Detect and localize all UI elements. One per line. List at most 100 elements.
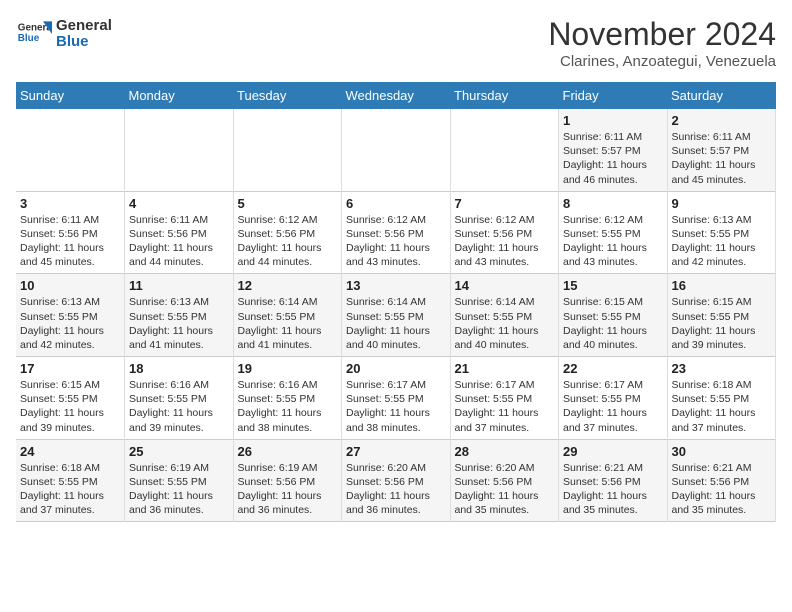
day-number: 1 (563, 113, 663, 128)
calendar-cell: 22 Sunrise: 6:17 AM Sunset: 5:55 PM Dayli… (559, 357, 668, 440)
calendar-cell (16, 109, 125, 191)
calendar-cell (342, 109, 451, 191)
day-number: 2 (672, 113, 772, 128)
day-number: 14 (455, 278, 555, 293)
day-number: 15 (563, 278, 663, 293)
day-number: 29 (563, 444, 663, 459)
day-number: 25 (129, 444, 229, 459)
calendar-cell: 16 Sunrise: 6:15 AM Sunset: 5:55 PM Dayli… (667, 274, 776, 357)
day-number: 8 (563, 196, 663, 211)
calendar-cell (450, 109, 559, 191)
day-number: 12 (238, 278, 338, 293)
calendar-cell: 12Sunrise: 6:14 AM Sunset: 5:55 PM Dayli… (233, 274, 342, 357)
day-info: Sunrise: 6:15 AM Sunset: 5:55 PM Dayligh… (563, 295, 663, 352)
logo: General Blue General Blue (16, 16, 112, 52)
calendar-table: SundayMondayTuesdayWednesdayThursdayFrid… (16, 82, 776, 522)
calendar-cell: 28 Sunrise: 6:20 AM Sunset: 5:56 PM Dayli… (450, 439, 559, 522)
day-info: Sunrise: 6:16 AM Sunset: 5:55 PM Dayligh… (238, 378, 338, 435)
day-info: Sunrise: 6:19 AM Sunset: 5:55 PM Dayligh… (129, 461, 229, 518)
day-info: Sunrise: 6:13 AM Sunset: 5:55 PM Dayligh… (20, 295, 120, 352)
day-number: 26 (238, 444, 338, 459)
calendar-cell: 11 Sunrise: 6:13 AM Sunset: 5:55 PM Dayli… (125, 274, 234, 357)
day-number: 11 (129, 278, 229, 293)
day-info: Sunrise: 6:15 AM Sunset: 5:55 PM Dayligh… (672, 295, 772, 352)
calendar-cell: 20Sunrise: 6:17 AM Sunset: 5:55 PM Dayli… (342, 357, 451, 440)
day-info: Sunrise: 6:17 AM Sunset: 5:55 PM Dayligh… (455, 378, 555, 435)
day-number: 23 (672, 361, 772, 376)
day-number: 4 (129, 196, 229, 211)
calendar-cell: 7 Sunrise: 6:12 AM Sunset: 5:56 PM Daylig… (450, 191, 559, 274)
day-info: Sunrise: 6:11 AM Sunset: 5:57 PM Dayligh… (672, 130, 772, 187)
page-header: General Blue General Blue November 2024 … (16, 16, 776, 70)
calendar-cell: 30 Sunrise: 6:21 AM Sunset: 5:56 PM Dayli… (667, 439, 776, 522)
day-info: Sunrise: 6:11 AM Sunset: 5:57 PM Dayligh… (563, 130, 663, 187)
calendar-cell: 10Sunrise: 6:13 AM Sunset: 5:55 PM Dayli… (16, 274, 125, 357)
logo-text-blue: Blue (56, 34, 112, 51)
day-number: 18 (129, 361, 229, 376)
logo-icon: General Blue (16, 16, 52, 52)
day-info: Sunrise: 6:18 AM Sunset: 5:55 PM Dayligh… (20, 461, 120, 518)
day-info: Sunrise: 6:12 AM Sunset: 5:56 PM Dayligh… (455, 213, 555, 270)
day-info: Sunrise: 6:21 AM Sunset: 5:56 PM Dayligh… (672, 461, 772, 518)
day-number: 7 (455, 196, 555, 211)
day-number: 21 (455, 361, 555, 376)
calendar-cell: 8Sunrise: 6:12 AM Sunset: 5:55 PM Daylig… (559, 191, 668, 274)
calendar-cell: 25 Sunrise: 6:19 AM Sunset: 5:55 PM Dayli… (125, 439, 234, 522)
calendar-body: 1 Sunrise: 6:11 AM Sunset: 5:57 PM Daylig… (16, 109, 776, 522)
calendar-cell: 24Sunrise: 6:18 AM Sunset: 5:55 PM Dayli… (16, 439, 125, 522)
calendar-cell: 23 Sunrise: 6:18 AM Sunset: 5:55 PM Dayli… (667, 357, 776, 440)
calendar-cell: 4 Sunrise: 6:11 AM Sunset: 5:56 PM Daylig… (125, 191, 234, 274)
day-info: Sunrise: 6:19 AM Sunset: 5:56 PM Dayligh… (238, 461, 338, 518)
location: Clarines, Anzoategui, Venezuela (548, 53, 776, 70)
day-info: Sunrise: 6:13 AM Sunset: 5:55 PM Dayligh… (129, 295, 229, 352)
calendar-cell: 17 Sunrise: 6:15 AM Sunset: 5:55 PM Dayli… (16, 357, 125, 440)
calendar-cell: 26 Sunrise: 6:19 AM Sunset: 5:56 PM Dayli… (233, 439, 342, 522)
day-info: Sunrise: 6:13 AM Sunset: 5:55 PM Dayligh… (672, 213, 772, 270)
calendar-cell: 6 Sunrise: 6:12 AM Sunset: 5:56 PM Daylig… (342, 191, 451, 274)
calendar-cell (125, 109, 234, 191)
day-info: Sunrise: 6:16 AM Sunset: 5:55 PM Dayligh… (129, 378, 229, 435)
calendar-week-5: 24Sunrise: 6:18 AM Sunset: 5:55 PM Dayli… (16, 439, 776, 522)
calendar-cell: 29 Sunrise: 6:21 AM Sunset: 5:56 PM Dayli… (559, 439, 668, 522)
calendar-week-1: 1 Sunrise: 6:11 AM Sunset: 5:57 PM Daylig… (16, 109, 776, 191)
day-info: Sunrise: 6:21 AM Sunset: 5:56 PM Dayligh… (563, 461, 663, 518)
day-info: Sunrise: 6:14 AM Sunset: 5:55 PM Dayligh… (346, 295, 446, 352)
calendar-cell: 2 Sunrise: 6:11 AM Sunset: 5:57 PM Daylig… (667, 109, 776, 191)
day-number: 6 (346, 196, 446, 211)
day-number: 30 (672, 444, 772, 459)
weekday-header-saturday: Saturday (667, 82, 776, 109)
day-info: Sunrise: 6:17 AM Sunset: 5:55 PM Dayligh… (346, 378, 446, 435)
calendar-cell: 21 Sunrise: 6:17 AM Sunset: 5:55 PM Dayli… (450, 357, 559, 440)
day-number: 19 (238, 361, 338, 376)
calendar-cell: 15 Sunrise: 6:15 AM Sunset: 5:55 PM Dayli… (559, 274, 668, 357)
day-number: 9 (672, 196, 772, 211)
calendar-cell: 1 Sunrise: 6:11 AM Sunset: 5:57 PM Daylig… (559, 109, 668, 191)
title-block: November 2024 Clarines, Anzoategui, Vene… (548, 16, 776, 70)
calendar-week-4: 17 Sunrise: 6:15 AM Sunset: 5:55 PM Dayli… (16, 357, 776, 440)
day-number: 16 (672, 278, 772, 293)
day-info: Sunrise: 6:11 AM Sunset: 5:56 PM Dayligh… (129, 213, 229, 270)
svg-text:Blue: Blue (18, 33, 40, 44)
day-info: Sunrise: 6:12 AM Sunset: 5:56 PM Dayligh… (238, 213, 338, 270)
day-number: 22 (563, 361, 663, 376)
day-info: Sunrise: 6:12 AM Sunset: 5:56 PM Dayligh… (346, 213, 446, 270)
calendar-cell: 19 Sunrise: 6:16 AM Sunset: 5:55 PM Dayli… (233, 357, 342, 440)
weekday-header-tuesday: Tuesday (233, 82, 342, 109)
day-number: 28 (455, 444, 555, 459)
weekday-header-friday: Friday (559, 82, 668, 109)
day-info: Sunrise: 6:11 AM Sunset: 5:56 PM Dayligh… (20, 213, 120, 270)
weekday-header-monday: Monday (125, 82, 234, 109)
day-info: Sunrise: 6:18 AM Sunset: 5:55 PM Dayligh… (672, 378, 772, 435)
day-number: 13 (346, 278, 446, 293)
day-info: Sunrise: 6:20 AM Sunset: 5:56 PM Dayligh… (455, 461, 555, 518)
calendar-cell: 18 Sunrise: 6:16 AM Sunset: 5:55 PM Dayli… (125, 357, 234, 440)
calendar-cell: 3Sunrise: 6:11 AM Sunset: 5:56 PM Daylig… (16, 191, 125, 274)
weekday-header-wednesday: Wednesday (342, 82, 451, 109)
day-info: Sunrise: 6:17 AM Sunset: 5:55 PM Dayligh… (563, 378, 663, 435)
day-info: Sunrise: 6:15 AM Sunset: 5:55 PM Dayligh… (20, 378, 120, 435)
calendar-week-3: 10Sunrise: 6:13 AM Sunset: 5:55 PM Dayli… (16, 274, 776, 357)
calendar-cell: 13 Sunrise: 6:14 AM Sunset: 5:55 PM Dayli… (342, 274, 451, 357)
day-info: Sunrise: 6:20 AM Sunset: 5:56 PM Dayligh… (346, 461, 446, 518)
day-number: 17 (20, 361, 120, 376)
weekday-header-sunday: Sunday (16, 82, 125, 109)
